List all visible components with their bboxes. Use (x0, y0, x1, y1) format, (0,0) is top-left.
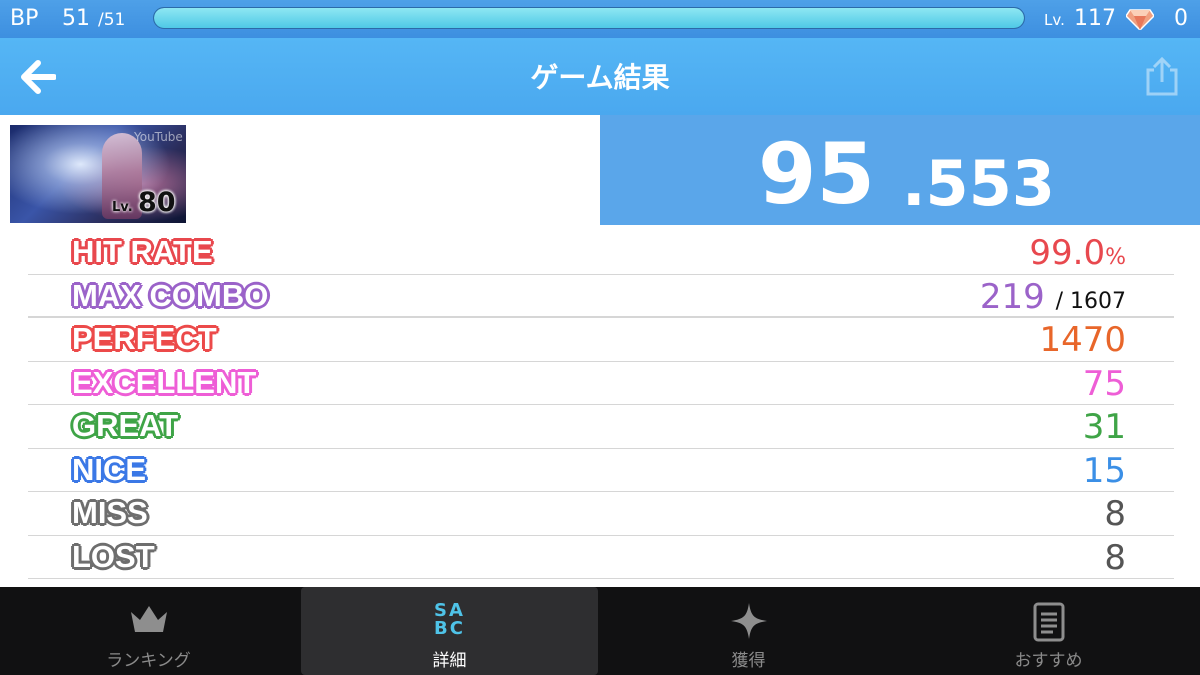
hit-rate-value: 99.0 (1029, 233, 1106, 273)
tab-details[interactable]: SA BC 詳細 (301, 587, 598, 675)
stat-row-miss: MISS 8 (28, 492, 1174, 536)
sabc-grade-icon: SA BC (434, 602, 465, 638)
gem-count: 0 (1174, 6, 1188, 31)
max-combo-value: 219 (979, 276, 1045, 317)
stat-row-perfect: PERFECT 1470 (28, 318, 1174, 362)
stat-value: 75 (1082, 363, 1126, 404)
header: ゲーム結果 (0, 38, 1200, 115)
bp-label: BP (10, 6, 39, 31)
stat-value: 31 (1082, 407, 1126, 447)
player-level: 117 (1074, 6, 1116, 31)
result-stats: HIT RATE 99.0% MAX COMBO 219 / 1607 PERF… (28, 231, 1174, 579)
stat-label: NICE (72, 451, 147, 487)
sparkle-icon (730, 603, 767, 639)
bp-max: /51 (98, 10, 126, 30)
tab-label: 詳細 (432, 651, 467, 671)
jacket-watermark: YouTube (134, 130, 183, 144)
song-level-prefix: Lv. (112, 200, 133, 215)
score-integer: 95 (758, 125, 875, 223)
stat-row-nice: NICE 15 (28, 449, 1174, 492)
gem-icon (1126, 9, 1154, 30)
status-bar: BP 51 /51 Lv. 117 0 (0, 0, 1200, 38)
stat-label: EXCELLENT (72, 364, 257, 400)
share-icon[interactable] (1144, 56, 1180, 96)
stat-row-excellent: EXCELLENT 75 (28, 362, 1174, 405)
stat-row-max-combo: MAX COMBO 219 / 1607 (28, 275, 1174, 318)
tab-label: ランキング (106, 651, 191, 671)
tab-label: おすすめ (1014, 651, 1083, 671)
stat-row-great: GREAT 31 (28, 405, 1174, 449)
bp-gauge (153, 7, 1025, 29)
stat-value: 8 (1104, 537, 1126, 578)
score-panel: 95 .553 (600, 115, 1200, 225)
stat-value: 8 (1104, 494, 1126, 534)
score-decimal: .553 (902, 147, 1055, 220)
stat-label: PERFECT (72, 321, 217, 356)
bottom-nav: ランキング SA BC 詳細 獲得 おすすめ (0, 587, 1200, 675)
stat-label: GREAT (72, 408, 179, 443)
combo-total: / 1607 (1055, 288, 1126, 314)
stat-label: LOST (72, 538, 155, 574)
tab-recommended[interactable]: おすすめ (900, 587, 1197, 675)
bp-gauge-fill (154, 8, 1024, 28)
crown-icon (130, 606, 167, 632)
tab-label: 獲得 (731, 651, 766, 671)
page-title: ゲーム結果 (530, 61, 670, 94)
tab-ranking[interactable]: ランキング (0, 587, 297, 675)
bp-current: 51 (62, 6, 90, 31)
document-icon (1033, 602, 1064, 642)
stat-value: 15 (1082, 450, 1126, 491)
stat-label: HIT RATE (72, 234, 213, 269)
sabc-bottom: BC (434, 618, 465, 639)
hit-rate-unit: % (1105, 245, 1126, 270)
song-jacket: YouTube Lv. 80 (10, 125, 186, 223)
stat-value: 1470 (1039, 320, 1126, 360)
player-level-prefix: Lv. (1044, 11, 1065, 29)
tab-rewards[interactable]: 獲得 (600, 587, 897, 675)
stat-label: MAX COMBO (72, 277, 269, 313)
stat-value: 99.0% (1029, 233, 1126, 273)
stat-label: MISS (72, 495, 148, 530)
stat-value: 219 / 1607 (980, 277, 1126, 317)
song-level: 80 (138, 187, 176, 218)
stat-row-lost: LOST 8 (28, 536, 1174, 579)
stat-row-hit-rate: HIT RATE 99.0% (28, 231, 1174, 275)
